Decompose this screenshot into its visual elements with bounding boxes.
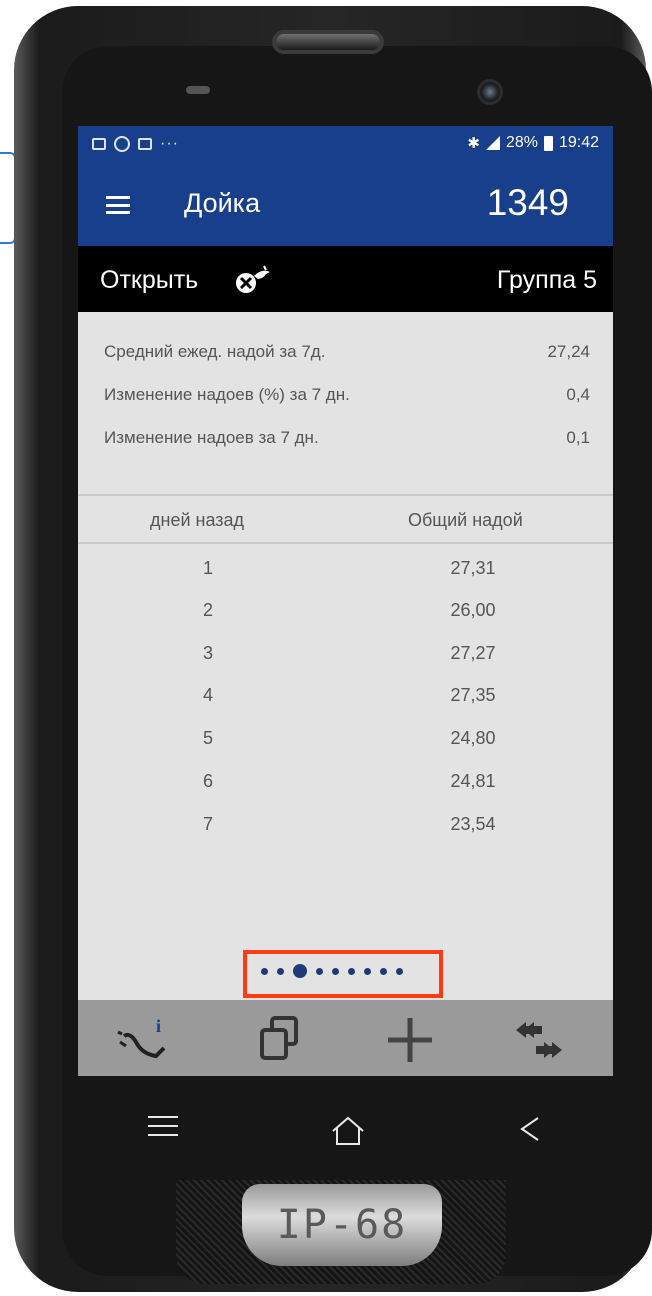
add-icon[interactable] bbox=[380, 1012, 440, 1066]
page-title: Дойка bbox=[184, 188, 261, 218]
total-cell: 23,54 bbox=[450, 814, 496, 834]
status-bar: ··· ✱ 28% 19:42 bbox=[78, 126, 613, 162]
bottom-toolbar: i bbox=[78, 1000, 613, 1076]
divider bbox=[78, 542, 613, 544]
copy-icon[interactable] bbox=[250, 1012, 310, 1066]
stat-row: Изменение надоев за 7 дн. 0,1 bbox=[104, 428, 590, 448]
total-cell: 27,27 bbox=[450, 643, 496, 663]
stat-label: Изменение надоев (%) за 7 дн. bbox=[104, 385, 350, 404]
stat-row: Средний ежед. надой за 7д. 27,24 bbox=[104, 342, 590, 362]
days-cell: 7 bbox=[202, 814, 214, 834]
stat-value: 27,24 bbox=[547, 342, 590, 361]
back-icon[interactable] bbox=[518, 1112, 542, 1146]
stat-label: Средний ежед. надой за 7д. bbox=[104, 342, 326, 361]
app-bar: Дойка 1349 bbox=[78, 162, 613, 246]
divider bbox=[78, 494, 613, 496]
days-cell: 2 bbox=[202, 600, 214, 620]
highlight-box bbox=[243, 950, 443, 998]
total-cell: 27,31 bbox=[450, 558, 496, 578]
proximity-sensor bbox=[186, 86, 210, 94]
cow-number: 1349 bbox=[486, 182, 569, 223]
front-camera bbox=[480, 82, 500, 102]
stat-value: 0,4 bbox=[566, 385, 590, 404]
days-cell: 5 bbox=[202, 728, 214, 748]
clock: 19:42 bbox=[558, 134, 599, 151]
ip-rating-label: IP-68 bbox=[276, 1202, 408, 1248]
sub-header: Открыть Группа 5 bbox=[78, 246, 613, 312]
home-icon[interactable] bbox=[330, 1114, 366, 1148]
total-cell: 24,81 bbox=[450, 771, 496, 791]
app-notification-icon bbox=[114, 136, 130, 152]
total-cell: 24,80 bbox=[450, 728, 496, 748]
earpiece-speaker bbox=[276, 34, 380, 50]
total-cell: 26,00 bbox=[450, 600, 496, 620]
open-button[interactable]: Открыть bbox=[100, 266, 198, 295]
column-header-days: дней назад bbox=[150, 510, 245, 530]
swap-arrows-icon[interactable] bbox=[508, 1012, 568, 1066]
screen: ··· ✱ 28% 19:42 Дойка 1349 Открыть Групп… bbox=[78, 126, 613, 1076]
column-header-total: Общий надой bbox=[408, 510, 523, 530]
days-cell: 4 bbox=[202, 685, 214, 705]
days-cell: 3 bbox=[202, 643, 214, 663]
more-notifications: ··· bbox=[160, 135, 179, 152]
days-cell: 6 bbox=[202, 771, 214, 791]
ip-rating-plate: IP-68 bbox=[242, 1184, 442, 1266]
menu-icon[interactable] bbox=[106, 196, 130, 214]
bluetooth-icon: ✱ bbox=[467, 135, 480, 152]
total-cell: 27,35 bbox=[450, 685, 496, 705]
stat-value: 0,1 bbox=[566, 428, 590, 447]
image-notification-icon bbox=[92, 138, 106, 150]
stat-label: Изменение надоев за 7 дн. bbox=[104, 428, 319, 447]
svg-text:i: i bbox=[156, 1016, 161, 1036]
battery-icon bbox=[543, 135, 553, 151]
cow-info-icon[interactable]: i bbox=[116, 1012, 176, 1066]
recent-apps-key[interactable] bbox=[148, 1116, 178, 1143]
battery-percent: 28% bbox=[505, 134, 538, 151]
days-cell: 1 bbox=[202, 558, 214, 578]
cow-close-icon[interactable] bbox=[234, 262, 274, 296]
signal-icon bbox=[485, 136, 500, 150]
group-label: Группа 5 bbox=[496, 266, 597, 294]
stat-row: Изменение надоев (%) за 7 дн. 0,4 bbox=[104, 385, 590, 405]
youtube-notification-icon bbox=[138, 138, 152, 150]
